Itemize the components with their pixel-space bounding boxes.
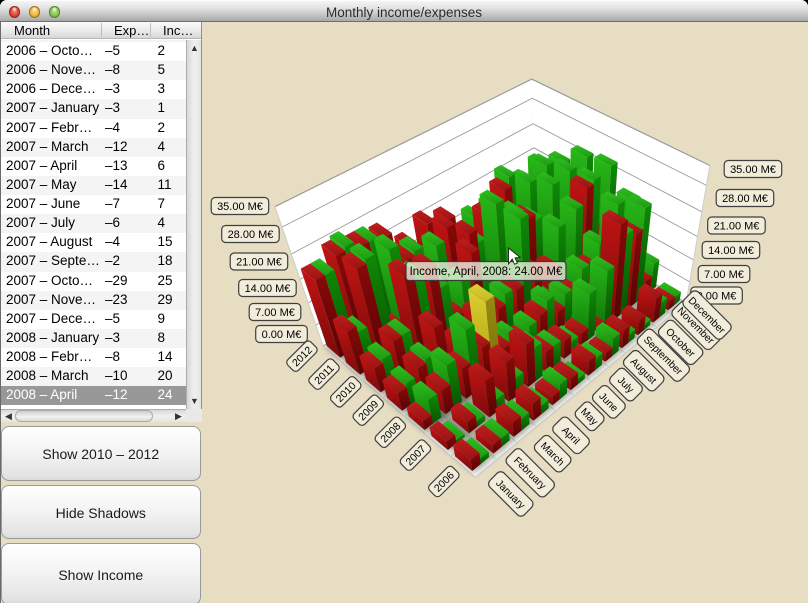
svg-text:7.00 M€: 7.00 M€ bbox=[255, 307, 295, 319]
svg-text:Income, April, 2008: 24.00 M€: Income, April, 2008: 24.00 M€ bbox=[410, 266, 563, 278]
svg-text:28.00 M€: 28.00 M€ bbox=[722, 193, 768, 205]
svg-text:0.00 M€: 0.00 M€ bbox=[262, 329, 302, 341]
svg-text:35.00 M€: 35.00 M€ bbox=[730, 164, 776, 176]
svg-text:21.00 M€: 21.00 M€ bbox=[236, 257, 282, 269]
svg-text:21.00 M€: 21.00 M€ bbox=[714, 221, 760, 233]
svg-text:14.00 M€: 14.00 M€ bbox=[708, 245, 754, 257]
svg-text:28.00 M€: 28.00 M€ bbox=[228, 229, 274, 241]
svg-text:35.00 M€: 35.00 M€ bbox=[217, 201, 263, 213]
svg-text:7.00 M€: 7.00 M€ bbox=[704, 269, 744, 281]
svg-text:14.00 M€: 14.00 M€ bbox=[245, 283, 291, 295]
